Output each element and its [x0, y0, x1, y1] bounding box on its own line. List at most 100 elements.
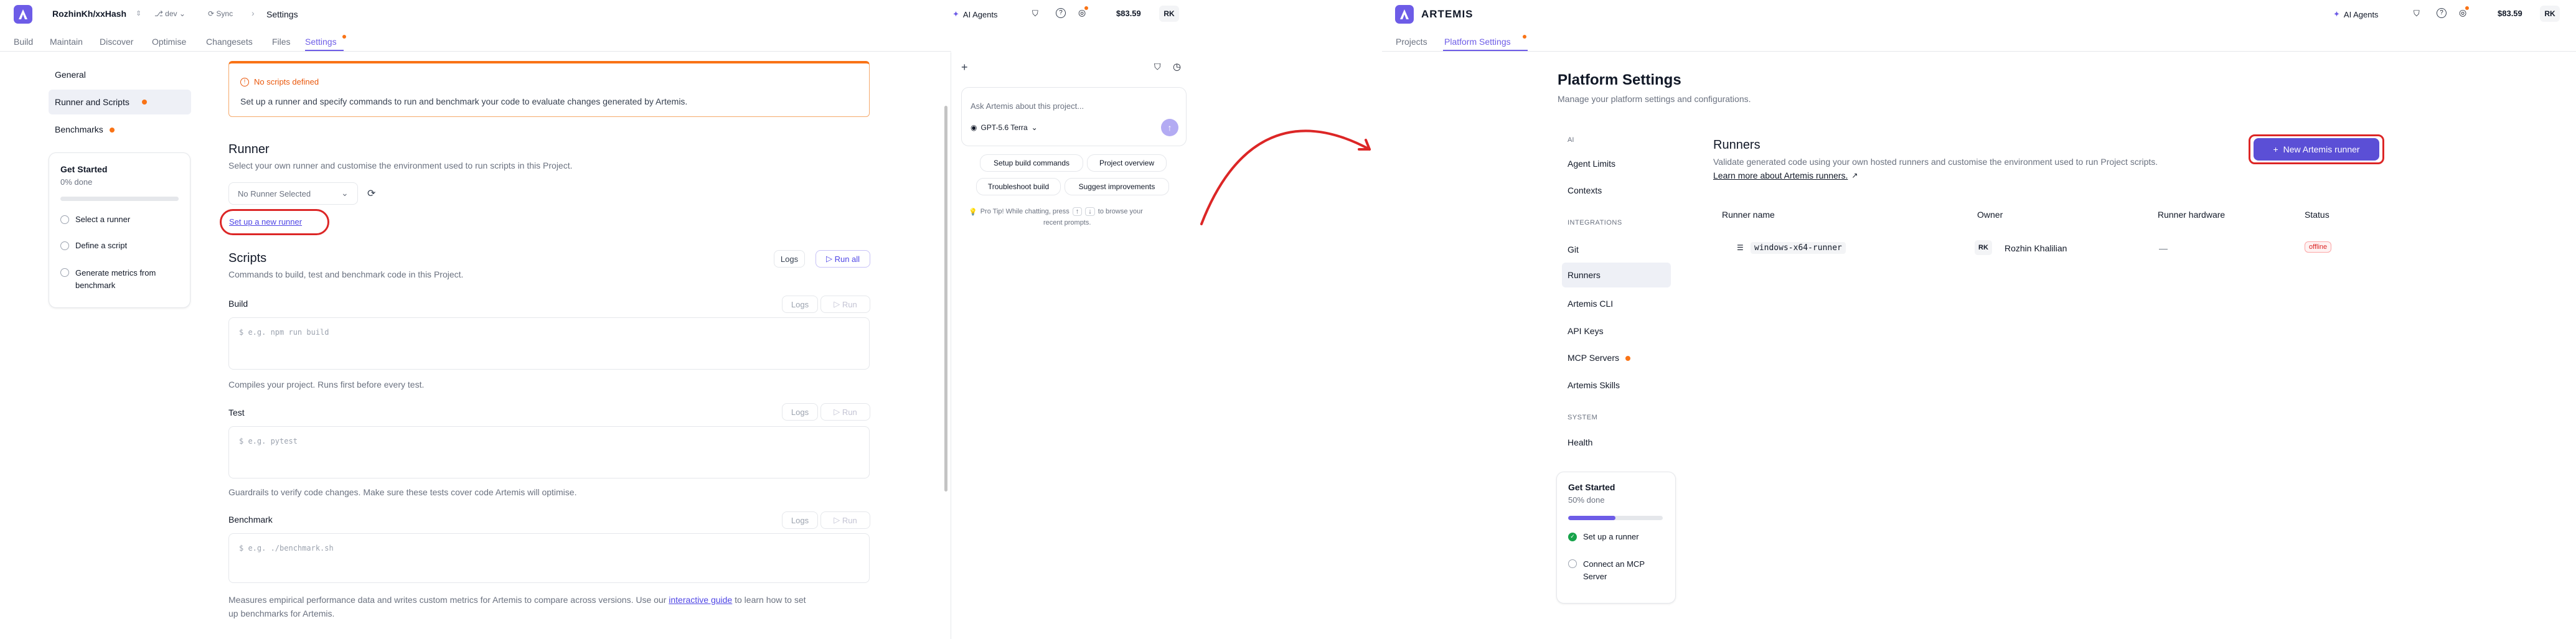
suggestion-troubleshoot-build[interactable]: Troubleshoot build: [976, 178, 1061, 195]
warning-dot: [1625, 356, 1630, 361]
chat-input-box[interactable]: Ask Artemis about this project... ◉ GPT-5…: [961, 87, 1187, 146]
sync-icon: ⟳: [208, 9, 215, 18]
send-icon[interactable]: ↑: [1161, 119, 1178, 136]
checkbox-icon: [60, 268, 69, 277]
learn-more-runners-link[interactable]: Learn more about Artemis runners. ↗: [1713, 170, 1858, 180]
sync-button[interactable]: ⟳ Sync: [208, 9, 233, 18]
avatar[interactable]: RK: [1159, 6, 1179, 22]
step-define-script[interactable]: Define a script: [60, 241, 127, 250]
build-logs-button[interactable]: Logs: [782, 296, 818, 313]
tab-files[interactable]: Files: [272, 37, 291, 47]
play-icon: ▷: [834, 299, 840, 309]
avatar[interactable]: RK: [2540, 6, 2560, 22]
tab-changesets[interactable]: Changesets: [206, 37, 253, 47]
lightbulb-icon: 💡: [969, 208, 977, 216]
branch-selector[interactable]: ⎇ dev ⌄: [154, 9, 186, 18]
sidebar-item-benchmarks[interactable]: Benchmarks: [55, 124, 115, 134]
runners-desc: Validate generated code using your own h…: [1713, 157, 2158, 167]
owner-avatar: RK: [1975, 240, 1992, 255]
tip-text: Pro Tip! While chatting, press: [980, 208, 1069, 215]
step-set-up-runner[interactable]: ✓ Set up a runner: [1568, 532, 1639, 541]
new-artemis-runner-button[interactable]: + New Artemis runner: [2254, 138, 2379, 161]
scripts-logs-button[interactable]: Logs: [774, 250, 805, 268]
chevron-updown-icon[interactable]: ⇕: [136, 9, 141, 17]
notifications-icon[interactable]: ◎: [2459, 6, 2469, 18]
run-label: Run: [842, 299, 857, 309]
tab-maintain[interactable]: Maintain: [50, 37, 83, 47]
nav-item-mcp-servers[interactable]: MCP Servers: [1568, 353, 1630, 363]
build-run-button[interactable]: ▷ Run: [820, 296, 870, 313]
benchmark-help-text: Measures empirical performance data and …: [228, 595, 669, 605]
step-connect-mcp[interactable]: Connect an MCP Server: [1568, 558, 1662, 583]
project-name[interactable]: RozhinKh/xxHash: [52, 9, 126, 19]
tab-discover[interactable]: Discover: [100, 37, 133, 47]
tab-build[interactable]: Build: [14, 37, 33, 47]
nav-item-artemis-skills[interactable]: Artemis Skills: [1568, 380, 1620, 390]
suggestion-project-overview[interactable]: Project overview: [1087, 154, 1167, 172]
sidebar-item-general[interactable]: General: [55, 70, 86, 80]
branch-name: dev: [165, 9, 177, 18]
notifications-icon[interactable]: ◎: [1078, 6, 1088, 18]
settings-dot: [342, 35, 346, 39]
nav-item-label: Runners: [1568, 270, 1601, 280]
step-select-runner[interactable]: Select a runner: [60, 215, 130, 224]
artemis-logo-icon[interactable]: [14, 5, 32, 24]
tab-label: Platform Settings: [1444, 37, 1511, 47]
nav-section-integrations: INTEGRATIONS: [1568, 219, 1622, 226]
nav-item-contexts[interactable]: Contexts: [1568, 185, 1602, 195]
test-command-input[interactable]: $ e.g. pytest: [228, 426, 870, 478]
play-icon: ▷: [825, 254, 832, 263]
tab-optimise[interactable]: Optimise: [152, 37, 186, 47]
ai-agents-button[interactable]: ✦ AI Agents: [2333, 7, 2379, 21]
tab-platform-settings[interactable]: Platform Settings: [1444, 35, 1526, 47]
tab-projects[interactable]: Projects: [1396, 37, 1427, 47]
setup-new-runner-link[interactable]: Set up a new runner: [229, 217, 302, 226]
suggestion-setup-build-commands[interactable]: Setup build commands: [980, 154, 1083, 172]
step-generate-metrics[interactable]: Generate metrics from benchmark: [60, 267, 179, 292]
step-label: Select a runner: [75, 215, 131, 224]
sidebar-item-runner-and-scripts[interactable]: Runner and Scripts: [49, 90, 191, 114]
artemis-logo-icon[interactable]: [1395, 5, 1414, 24]
nav-item-artemis-cli[interactable]: Artemis CLI: [1568, 299, 1613, 309]
shield-check-icon[interactable]: ⛉: [1154, 62, 1161, 72]
table-row[interactable]: ☰ windows-x64-runner RK Rozhin Khalilian…: [1713, 234, 2378, 264]
model-selector[interactable]: ◉ GPT-5.6 Terra ⌄: [971, 123, 1038, 132]
interactive-guide-link[interactable]: interactive guide: [669, 595, 732, 605]
step-label: Connect an MCP Server: [1583, 559, 1645, 581]
suggestion-suggest-improvements[interactable]: Suggest improvements: [1065, 178, 1169, 195]
plus-icon: +: [2273, 144, 2278, 154]
run-all-button[interactable]: ▷ Run all: [816, 250, 870, 268]
help-icon[interactable]: ?: [1056, 8, 1066, 18]
new-chat-plus-icon[interactable]: +: [961, 61, 968, 74]
shield-icon[interactable]: ⛉: [2414, 9, 2420, 19]
alert-icon: !: [240, 77, 249, 86]
benchmark-run-button[interactable]: ▷ Run: [820, 511, 870, 529]
help-icon[interactable]: ?: [2437, 8, 2447, 18]
benchmark-help: Measures empirical performance data and …: [228, 595, 806, 605]
shield-icon[interactable]: ⛉: [1032, 9, 1038, 19]
balance[interactable]: $83.59: [2498, 9, 2522, 18]
scrollbar[interactable]: [944, 106, 947, 492]
tab-settings[interactable]: Settings: [305, 35, 346, 47]
runner-hardware: —: [2159, 243, 2168, 253]
benchmark-command-input[interactable]: $ e.g. ./benchmark.sh: [228, 533, 870, 583]
build-label: Build: [228, 299, 248, 309]
nav-item-git[interactable]: Git: [1568, 245, 1579, 254]
new-runner-label: New Artemis runner: [2283, 144, 2360, 154]
nav-item-api-keys[interactable]: API Keys: [1568, 326, 1604, 336]
build-command-input[interactable]: $ e.g. npm run build: [228, 317, 870, 370]
runners-title: Runners: [1713, 138, 1760, 152]
runner-select[interactable]: No Runner Selected ⌄: [228, 182, 358, 205]
progress-bar: [60, 197, 179, 201]
balance[interactable]: $83.59: [1116, 9, 1141, 18]
column-runner-name: Runner name: [1722, 210, 1775, 220]
nav-item-health[interactable]: Health: [1568, 437, 1592, 447]
nav-item-runners[interactable]: Runners: [1562, 263, 1671, 287]
ai-agents-button[interactable]: ✦ AI Agents: [952, 7, 998, 21]
test-run-button[interactable]: ▷ Run: [820, 403, 870, 421]
refresh-icon[interactable]: ⟳: [367, 187, 375, 200]
nav-item-agent-limits[interactable]: Agent Limits: [1568, 159, 1615, 169]
history-icon[interactable]: ◷: [1173, 61, 1181, 72]
test-logs-button[interactable]: Logs: [782, 403, 818, 421]
benchmark-logs-button[interactable]: Logs: [782, 511, 818, 529]
